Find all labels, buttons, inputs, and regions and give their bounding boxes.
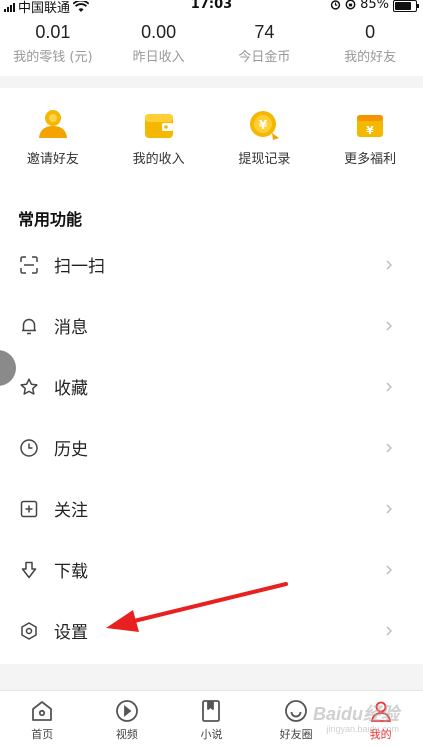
menu-label: 扫一扫 xyxy=(54,257,105,277)
feature-label: 我的收入 xyxy=(132,152,185,167)
stat-label: 我的好友 xyxy=(344,50,397,65)
stat-yesterday-income[interactable]: 0.00 昨日收入 xyxy=(106,14,212,76)
common-functions-menu: 扫一扫 消息 收藏 历史 关注 下载 设置 xyxy=(0,234,423,661)
menu-item-scan[interactable]: 扫一扫 xyxy=(0,234,423,295)
feature-invite-friends[interactable]: 邀请好友 xyxy=(0,106,106,176)
svg-text:¥: ¥ xyxy=(366,124,374,137)
stat-change[interactable]: 0.01 我的零钱 (元) xyxy=(0,14,106,76)
menu-label: 历史 xyxy=(54,440,88,460)
menu-label: 关注 xyxy=(54,501,88,521)
menu-label: 下载 xyxy=(54,562,88,582)
smile-icon xyxy=(285,700,307,722)
menu-item-messages[interactable]: 消息 xyxy=(0,295,423,356)
tab-home[interactable]: 首页 xyxy=(0,691,85,747)
menu-label: 收藏 xyxy=(54,379,88,399)
feature-label: 更多福利 xyxy=(344,152,397,167)
chevron-right-icon xyxy=(386,321,392,330)
feature-row: 邀请好友 我的收入 ¥ 提现记录 ¥ 更多福利 xyxy=(0,88,423,176)
chevron-right-icon xyxy=(386,260,392,269)
tab-label: 小说 xyxy=(200,728,223,741)
clock-icon xyxy=(20,438,38,457)
battery-icon xyxy=(393,0,419,12)
wallet-icon xyxy=(144,114,173,138)
stat-label: 我的零钱 (元) xyxy=(13,50,93,65)
stat-value: 0.01 xyxy=(35,22,71,42)
stat-value: 0 xyxy=(365,22,376,42)
chevron-right-icon xyxy=(386,443,392,452)
watermark: Baidu经验 jingyan.baidu.com xyxy=(313,700,399,734)
gift-box-icon: ¥ xyxy=(357,115,384,137)
alarm-icon xyxy=(330,0,341,10)
battery-percent: 85% xyxy=(360,0,389,12)
chevron-right-icon xyxy=(386,382,392,391)
feature-my-income[interactable]: 我的收入 xyxy=(106,106,212,176)
tab-label: 首页 xyxy=(31,728,54,741)
feature-label: 邀请好友 xyxy=(26,152,79,167)
feature-label: 提现记录 xyxy=(238,152,291,167)
chevron-right-icon xyxy=(386,504,392,513)
tab-video[interactable]: 视频 xyxy=(85,691,170,747)
stat-label: 昨日收入 xyxy=(132,50,185,65)
account-stats: 0.01 我的零钱 (元) 0.00 昨日收入 74 今日金币 0 我的好友 xyxy=(0,14,423,76)
play-icon xyxy=(115,700,138,722)
menu-label: 设置 xyxy=(54,623,88,643)
feature-withdraw-records[interactable]: ¥ 提现记录 xyxy=(212,106,318,176)
chevron-right-icon xyxy=(386,626,392,635)
menu-item-downloads[interactable]: 下载 xyxy=(0,539,423,600)
status-bar: 中国联通 17:03 85% xyxy=(0,0,423,16)
plus-square-icon xyxy=(20,500,38,517)
tab-novel[interactable]: 小说 xyxy=(169,691,254,747)
menu-item-favorites[interactable]: 收藏 xyxy=(0,356,423,417)
stat-value: 0.00 xyxy=(141,22,177,42)
tab-label: 视频 xyxy=(115,728,138,741)
watermark-text: Baidu经验 xyxy=(312,704,399,724)
book-icon xyxy=(202,700,221,722)
menu-label: 消息 xyxy=(54,318,88,338)
stat-friends[interactable]: 0 我的好友 xyxy=(317,14,423,76)
feature-more-benefits[interactable]: ¥ 更多福利 xyxy=(317,106,423,176)
watermark-subtext: jingyan.baidu.com xyxy=(326,724,399,734)
stat-value: 74 xyxy=(254,22,275,42)
scan-icon xyxy=(20,255,38,274)
chevron-right-icon xyxy=(386,565,392,574)
home-icon xyxy=(32,701,53,721)
stat-label: 今日金币 xyxy=(238,50,291,65)
invite-friend-icon xyxy=(38,110,67,138)
svg-text:¥: ¥ xyxy=(259,118,268,132)
star-icon xyxy=(20,377,38,395)
stat-today-coins[interactable]: 74 今日金币 xyxy=(212,14,318,76)
download-icon xyxy=(21,561,37,578)
section-title: 常用功能 xyxy=(18,210,83,229)
gear-icon xyxy=(21,621,37,640)
features-card: 邀请好友 我的收入 ¥ 提现记录 ¥ 更多福利 常用功能 扫一扫 消息 收藏 历… xyxy=(0,88,423,664)
withdraw-coin-icon: ¥ xyxy=(250,111,280,140)
menu-item-settings[interactable]: 设置 xyxy=(0,600,423,661)
bell-icon xyxy=(22,318,36,334)
menu-item-follow[interactable]: 关注 xyxy=(0,478,423,539)
menu-item-history[interactable]: 历史 xyxy=(0,417,423,478)
rotation-lock-icon xyxy=(345,0,356,10)
